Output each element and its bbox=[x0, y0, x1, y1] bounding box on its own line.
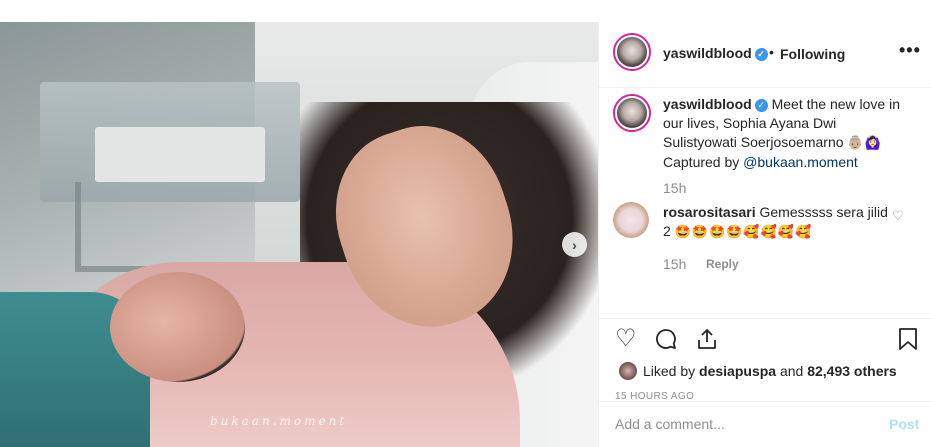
next-photo-button[interactable]: › bbox=[562, 232, 587, 257]
commenter-avatar[interactable] bbox=[613, 202, 649, 238]
author-username[interactable]: yaswildblood ✓ bbox=[663, 45, 768, 61]
author-username-text[interactable]: yaswildblood bbox=[663, 45, 752, 61]
comment-username[interactable]: rosarositasari bbox=[663, 204, 756, 220]
liked-by-prefix: Liked by bbox=[643, 363, 696, 379]
comment-time[interactable]: 15h bbox=[663, 256, 686, 272]
add-comment-bar: Post bbox=[599, 401, 931, 447]
photo-watermark: bukaan.moment bbox=[210, 414, 348, 428]
caption-time[interactable]: 15h bbox=[663, 180, 686, 196]
following-button[interactable]: Following bbox=[780, 46, 845, 62]
header-separator: • bbox=[769, 44, 774, 60]
share-icon[interactable] bbox=[695, 327, 719, 356]
post-header: yaswildblood ✓ • Following ••• bbox=[599, 22, 931, 88]
caption-username[interactable]: yaswildblood bbox=[663, 96, 752, 112]
verified-badge-icon: ✓ bbox=[754, 48, 768, 61]
caption: yaswildblood ✓ Meet the new love in our l… bbox=[663, 95, 913, 172]
chevron-right-icon: › bbox=[572, 236, 577, 253]
photo-cart bbox=[75, 182, 315, 272]
caption-avatar[interactable] bbox=[613, 94, 651, 132]
likes-summary: Liked by desiapuspa and 82,493 others bbox=[619, 362, 897, 380]
author-avatar[interactable] bbox=[613, 33, 651, 71]
comments-section: yaswildblood ✓ Meet the new love in our l… bbox=[599, 88, 931, 318]
comment-bubble-icon[interactable] bbox=[654, 327, 678, 356]
comment-emojis: 🤩🤩🤩🤩🥰🥰🥰🥰 bbox=[674, 225, 813, 240]
post-actions: ♡ Liked by desiapuspa and 82,493 others … bbox=[599, 318, 931, 447]
comment-like-icon[interactable]: ♡ bbox=[892, 208, 904, 224]
comment-input[interactable] bbox=[615, 416, 865, 432]
caption-captured-by: Captured by bbox=[663, 154, 740, 170]
liked-by-and: and bbox=[779, 363, 804, 379]
verified-badge-icon: ✓ bbox=[754, 99, 768, 112]
comment: rosarositasari Gemesssss sera jilid 2 🤩🤩… bbox=[663, 203, 888, 242]
reply-button[interactable]: Reply bbox=[706, 257, 739, 271]
post-comment-button[interactable]: Post bbox=[889, 416, 919, 432]
liker-avatar[interactable] bbox=[619, 362, 637, 380]
more-options-icon[interactable]: ••• bbox=[899, 40, 921, 61]
photo-baby bbox=[110, 272, 245, 382]
top-bar bbox=[0, 0, 931, 22]
caption-mention-link[interactable]: @bukaan.moment bbox=[743, 154, 858, 170]
likes-others-count[interactable]: 82,493 others bbox=[807, 363, 897, 379]
post-side-panel: yaswildblood ✓ • Following ••• yaswildblo… bbox=[598, 22, 931, 447]
like-heart-icon[interactable]: ♡ bbox=[615, 327, 637, 351]
caption-emojis: 👵🏼🙆🏻‍♀️ bbox=[847, 136, 882, 151]
bookmark-icon[interactable] bbox=[897, 327, 919, 356]
liked-by-user[interactable]: desiapuspa bbox=[699, 363, 776, 379]
photo-equipment-panel bbox=[95, 127, 265, 182]
post-photo[interactable]: bukaan.moment › bbox=[0, 22, 598, 447]
